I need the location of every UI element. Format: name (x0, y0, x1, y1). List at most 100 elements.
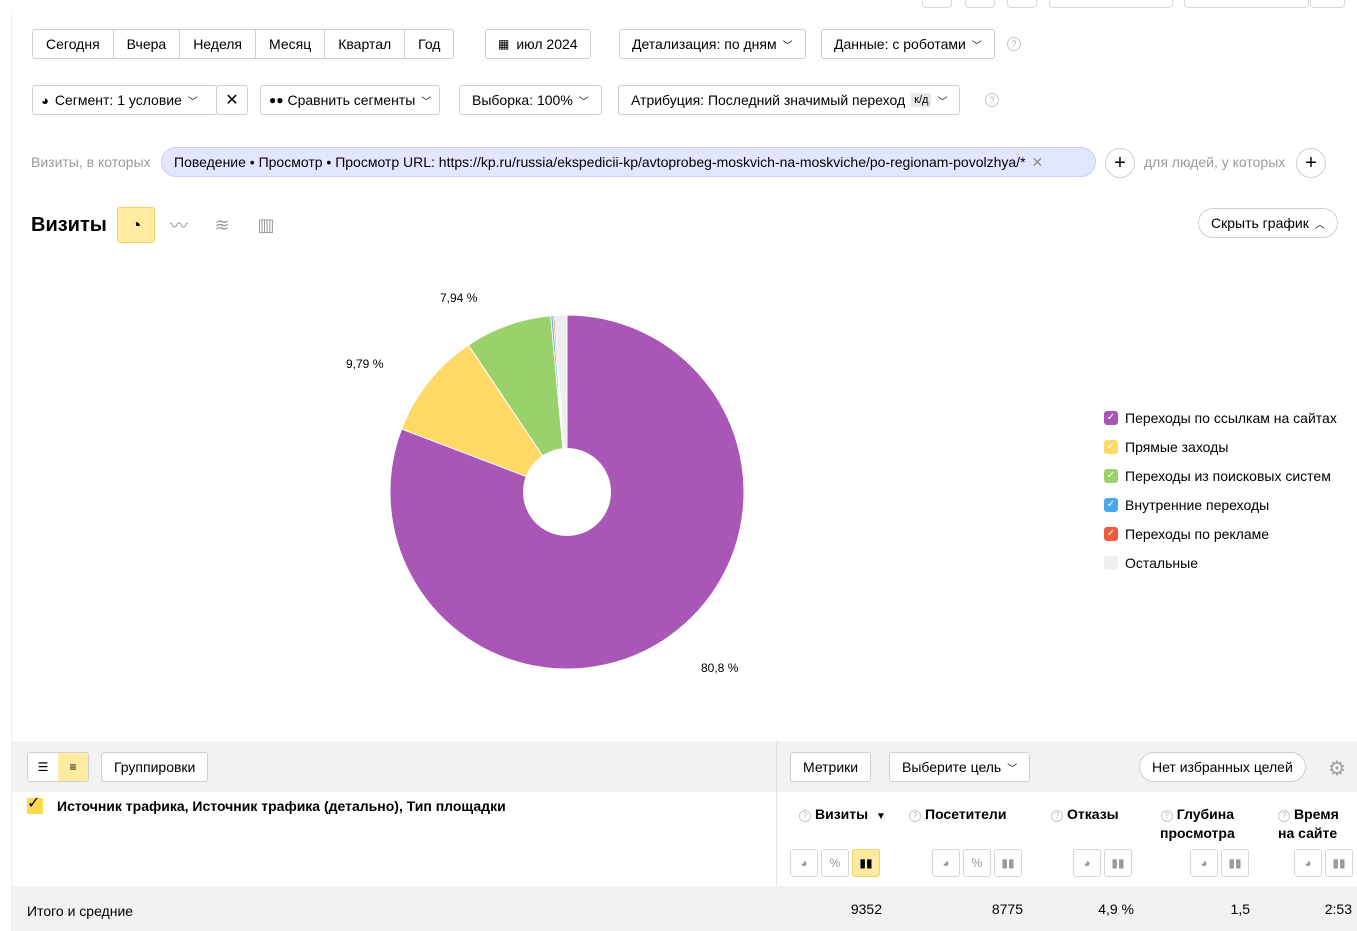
period-week-button[interactable]: Неделя (180, 30, 257, 58)
help-icon[interactable]: ? (985, 93, 999, 107)
total-bounces: 4,9 % (1098, 901, 1134, 917)
bar-icon[interactable]: ▮▮ (1104, 849, 1132, 877)
groupings-button[interactable]: Группировки (101, 752, 209, 782)
help-icon[interactable]: ? (1278, 810, 1290, 822)
bounces-chart-toggles: ◕ ▮▮ (1073, 849, 1132, 877)
check-icon: ✓ (1104, 439, 1118, 454)
sample-dropdown[interactable]: Выборка: 100% ﹀ (459, 85, 602, 115)
compare-drops-icon: ●● (269, 93, 284, 107)
goal-dropdown[interactable]: Выберите цель ﹀ (889, 752, 1031, 782)
legend-item-search[interactable]: ✓ Переходы из поисковых систем (1104, 461, 1337, 490)
plus-icon: + (1305, 151, 1317, 174)
legend-item-internal[interactable]: ✓ Внутренние переходы (1104, 490, 1337, 519)
period-yesterday-button[interactable]: Вчера (114, 30, 181, 58)
top-strip (0, 0, 1357, 10)
calendar-icon: ▦ (498, 37, 509, 51)
hide-chart-label: Скрыть график (1211, 215, 1309, 231)
pie-icon[interactable]: ◕ (790, 849, 818, 877)
pie-icon[interactable]: ◕ (932, 849, 960, 877)
ghost-button[interactable] (1049, 0, 1173, 8)
line-chart-button[interactable]: 〰 (160, 207, 198, 243)
attribution-dropdown[interactable]: Атрибуция: Последний значимый переход к/… (618, 85, 961, 115)
bar-icon[interactable]: ▮▮ (852, 849, 880, 877)
legend-label: Прямые заходы (1125, 438, 1229, 455)
percent-icon[interactable]: % (821, 849, 849, 877)
help-icon[interactable]: ? (1007, 37, 1021, 51)
add-people-condition-button[interactable]: + (1296, 148, 1326, 178)
legend-item-ads[interactable]: ✓ Переходы по рекламе (1104, 519, 1337, 548)
column-header-bounces[interactable]: ? Отказы (1051, 805, 1119, 824)
pie-slice-links[interactable] (389, 314, 745, 670)
segment-clear-button[interactable]: ✕ (216, 85, 248, 115)
column-header-time[interactable]: ? Время на сайте (1278, 805, 1339, 843)
filter-chip-text: Поведение • Просмотр • Просмотр URL: htt… (174, 154, 1026, 170)
period-today-button[interactable]: Сегодня (33, 30, 114, 58)
pie-icon[interactable]: ◕ (1294, 849, 1322, 877)
pie-icon[interactable]: ◕ (1073, 849, 1101, 877)
pie-slice-direct[interactable] (400, 344, 569, 494)
compare-segments-dropdown[interactable]: ●● Сравнить сегменты ﹀ (260, 85, 441, 115)
metrics-button[interactable]: Метрики (790, 752, 872, 782)
plus-icon: + (1114, 151, 1126, 174)
close-icon[interactable]: ✕ (1032, 154, 1044, 171)
filter-chip[interactable]: Поведение • Просмотр • Просмотр URL: htt… (161, 147, 1096, 177)
bar-chart-button[interactable]: ▥ (247, 207, 285, 243)
data-mode-dropdown[interactable]: Данные: с роботами ﹀ (821, 29, 995, 59)
hide-chart-button[interactable]: Скрыть график ︿ (1198, 208, 1338, 238)
percent-icon[interactable]: % (963, 849, 991, 877)
bar-icon[interactable]: ▮▮ (1325, 849, 1353, 877)
favorite-goals-button[interactable]: Нет избранных целей (1139, 752, 1306, 782)
chevron-down-icon: ﹀ (187, 96, 198, 108)
add-visit-condition-button[interactable]: + (1105, 148, 1135, 178)
legend-item-direct[interactable]: ✓ Прямые заходы (1104, 432, 1337, 461)
help-icon[interactable]: ? (1160, 810, 1173, 822)
tree-view-icon[interactable]: ≡ (58, 753, 88, 781)
help-icon[interactable]: ? (799, 810, 811, 822)
gear-icon[interactable]: ⚙ (1326, 757, 1348, 780)
favorite-goals-label: Нет избранных целей (1152, 759, 1293, 775)
check-icon: ✓ (1104, 410, 1118, 425)
slice-label-links: 80,8 % (701, 661, 739, 675)
detalization-dropdown[interactable]: Детализация: по дням ﹀ (619, 29, 806, 59)
period-quarter-button[interactable]: Квартал (325, 30, 406, 58)
ghost-button[interactable] (1184, 0, 1309, 8)
pie-chart-button[interactable]: ◔ (117, 207, 155, 243)
checkbox-empty-icon (1104, 555, 1118, 570)
pie-slice-search[interactable] (467, 315, 568, 493)
segment-label: Сегмент: 1 условие (54, 92, 182, 108)
period-month-button[interactable]: Месяц (256, 30, 326, 58)
totals-row (12, 886, 1357, 931)
legend-item-other[interactable]: Остальные (1104, 548, 1337, 577)
column-header-visits[interactable]: ? Визиты ▼ (799, 805, 886, 826)
ghost-button[interactable] (1310, 0, 1345, 8)
checkbox-icon[interactable]: ✓ (27, 796, 43, 814)
list-view-icon[interactable]: ☰ (28, 753, 58, 781)
calendar-button[interactable]: ▦ июл 2024 (485, 29, 591, 59)
column-header-depth[interactable]: ? Глубина просмотра (1160, 805, 1235, 843)
line-chart-icon: 〰 (170, 216, 188, 236)
pie-slice-ads[interactable] (552, 314, 568, 493)
visitors-chart-toggles: ◕% ▮▮ (932, 849, 1022, 877)
ghost-button[interactable] (922, 0, 952, 8)
help-icon[interactable]: ? (1051, 810, 1063, 822)
help-icon[interactable]: ? (909, 810, 921, 822)
pie-slice-internal[interactable] (550, 315, 568, 493)
segment-dropdown[interactable]: ◕ Сегмент: 1 условие ﹀ (32, 85, 217, 115)
area-chart-button[interactable]: ≋ (203, 207, 241, 243)
attribution-label: Атрибуция: Последний значимый переход (631, 92, 906, 108)
dimension-header-label: Источник трафика, Источник трафика (дета… (57, 798, 506, 814)
period-year-button[interactable]: Год (405, 30, 453, 58)
dimension-header[interactable]: ✓ Источник трафика, Источник трафика (де… (27, 796, 506, 814)
ghost-button[interactable] (965, 0, 995, 8)
ghost-button[interactable] (1007, 0, 1037, 8)
bar-icon[interactable]: ▮▮ (1221, 849, 1249, 877)
filter-visits-label: Визиты, в которых (31, 154, 151, 170)
chevron-down-icon: ﹀ (937, 96, 948, 108)
bar-icon[interactable]: ▮▮ (994, 849, 1022, 877)
pie-slice-other[interactable] (554, 314, 568, 493)
time-chart-toggles: ◕ ▮▮ (1294, 849, 1353, 877)
column-header-visitors[interactable]: ? Посетители (909, 805, 1006, 824)
table-view-switch: ☰ ≡ (27, 752, 89, 782)
legend-item-links[interactable]: ✓ Переходы по ссылкам на сайтах (1104, 403, 1337, 432)
pie-icon[interactable]: ◕ (1190, 849, 1218, 877)
